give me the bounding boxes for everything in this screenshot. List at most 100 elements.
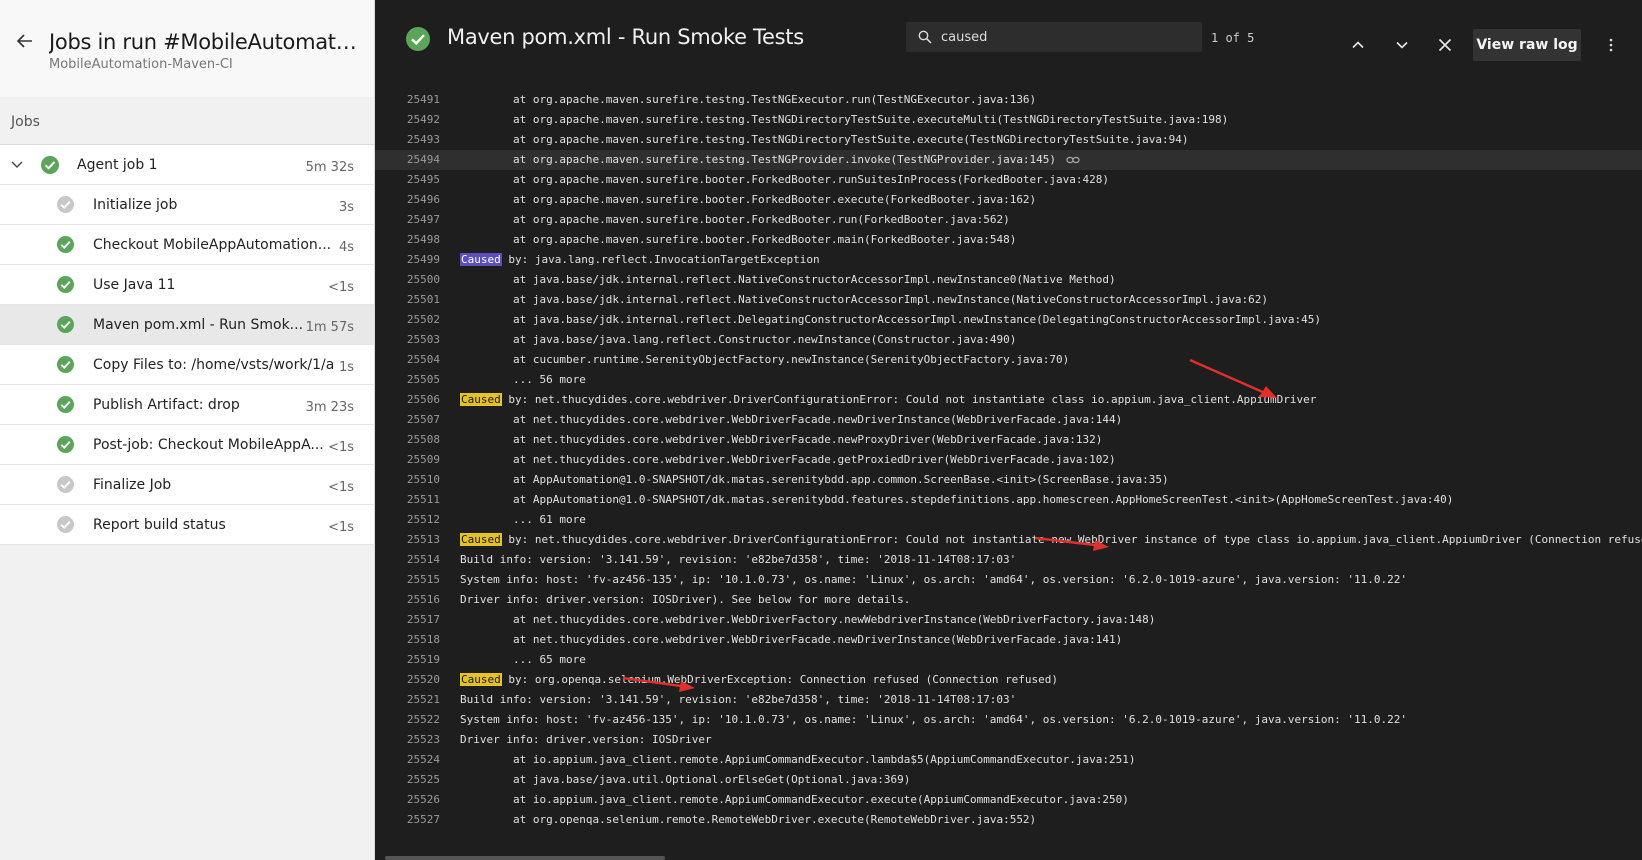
line-number: 25492	[406, 113, 440, 126]
log-text: at net.thucydides.core.webdriver.WebDriv…	[513, 430, 1102, 450]
log-text: at org.apache.maven.surefire.booter.Fork…	[513, 230, 1016, 250]
line-number: 25498	[406, 233, 440, 246]
jobs-panel: Jobs in run #MobileAutomatio... MobileAu…	[0, 0, 375, 860]
agent-job-row[interactable]: Agent job 1 5m 32s	[0, 145, 374, 185]
log-search-input[interactable]	[941, 27, 1191, 47]
job-step-row[interactable]: Finalize Job <1s	[0, 465, 374, 505]
log-message: at io.appium.java_client.remote.AppiumCo…	[513, 793, 1129, 806]
search-match-highlight: Caused	[460, 673, 502, 686]
close-icon[interactable]	[1436, 36, 1454, 54]
view-raw-log-button[interactable]: View raw log	[1473, 29, 1581, 61]
horizontal-scrollbar[interactable]	[385, 856, 665, 860]
line-number: 25504	[406, 353, 440, 366]
success-status-icon	[57, 236, 74, 253]
log-message: System info: host: 'fv-az456-135', ip: '…	[460, 573, 1408, 586]
job-step-row[interactable]: Post-job: Checkout MobileAppA... <1s	[0, 425, 374, 465]
success-status-icon	[41, 156, 59, 174]
line-number: 25527	[406, 813, 440, 826]
chevron-down-icon[interactable]	[10, 158, 24, 172]
log-text: at cucumber.runtime.SerenityObjectFactor…	[513, 350, 1069, 370]
log-line: 25499 Caused by: java.lang.reflect.Invoca…	[375, 250, 1642, 270]
more-options-icon[interactable]	[1603, 37, 1619, 53]
log-text: at io.appium.java_client.remote.AppiumCo…	[513, 790, 1129, 810]
line-number: 25515	[406, 573, 440, 586]
log-line: 25518 at net.thucydides.core.webdriver.We…	[375, 630, 1642, 650]
log-text: at org.apache.maven.surefire.testng.Test…	[513, 150, 1080, 170]
success-status-icon	[406, 27, 430, 51]
job-step-row[interactable]: Publish Artifact: drop 3m 23s	[0, 385, 374, 425]
line-number: 25523	[406, 733, 440, 746]
job-step-row[interactable]: Use Java 11 <1s	[0, 265, 374, 305]
log-message: at net.thucydides.core.webdriver.WebDriv…	[513, 453, 1116, 466]
log-text: at net.thucydides.core.webdriver.WebDriv…	[513, 610, 1155, 630]
log-message: ... 65 more	[513, 653, 586, 666]
log-line: 25507 at net.thucydides.core.webdriver.We…	[375, 410, 1642, 430]
job-step-name: Checkout MobileAppAutomation...	[93, 237, 332, 253]
line-number: 25511	[406, 493, 440, 506]
log-line: 25511 at AppAutomation@1.0-SNAPSHOT/dk.ma…	[375, 490, 1642, 510]
log-line: 25493 at org.apache.maven.surefire.testng…	[375, 130, 1642, 150]
log-message: Driver info: driver.version: IOSDriver).…	[460, 593, 911, 606]
job-step-name: Maven pom.xml - Run Smok...	[93, 317, 304, 333]
log-message: at org.apache.maven.surefire.booter.Fork…	[513, 233, 1017, 246]
run-title: Jobs in run #MobileAutomatio...	[49, 30, 359, 54]
log-text: System info: host: 'fv-az456-135', ip: '…	[460, 570, 1407, 590]
log-line: 25497 at org.apache.maven.surefire.booter…	[375, 210, 1642, 230]
step-list: Initialize job 3s Checkout MobileAppAutoma…	[0, 185, 374, 545]
line-number: 25522	[406, 713, 440, 726]
line-number: 25505	[406, 373, 440, 386]
chevron-down-icon[interactable]	[1393, 36, 1411, 54]
log-text: Build info: version: '3.141.59', revisio…	[460, 550, 1016, 570]
log-line: 25496 at org.apache.maven.surefire.booter…	[375, 190, 1642, 210]
line-number: 25513	[406, 533, 440, 546]
job-step-row[interactable]: Report build status <1s	[0, 505, 374, 545]
line-number: 25493	[406, 133, 440, 146]
log-line: 25526 at io.appium.java_client.remote.App…	[375, 790, 1642, 810]
job-step-row[interactable]: Maven pom.xml - Run Smok... 1m 57s	[0, 305, 374, 345]
log-line: 25514 Build info: version: '3.141.59', re…	[375, 550, 1642, 570]
log-text: at net.thucydides.core.webdriver.WebDriv…	[513, 410, 1122, 430]
back-arrow-icon[interactable]	[14, 30, 36, 52]
job-step-duration: <1s	[328, 520, 354, 535]
log-line: 25494 at org.apache.maven.surefire.testng…	[375, 150, 1642, 170]
line-number: 25494	[406, 153, 440, 166]
log-text: Caused by: java.lang.reflect.InvocationT…	[460, 250, 820, 270]
link-icon[interactable]	[1066, 155, 1080, 165]
jobs-section-label: Jobs	[0, 97, 374, 145]
log-text: at net.thucydides.core.webdriver.WebDriv…	[513, 450, 1116, 470]
log-message: at java.base/jdk.internal.reflect.Delega…	[513, 313, 1321, 326]
line-number: 25491	[406, 93, 440, 106]
line-number: 25512	[406, 513, 440, 526]
log-text: at org.openqa.selenium.remote.RemoteWebD…	[513, 810, 1036, 830]
job-step-duration: 1m 57s	[305, 320, 354, 335]
log-message: at org.apache.maven.surefire.booter.Fork…	[513, 213, 1010, 226]
log-line: 25520 Caused by: org.openqa.selenium.WebD…	[375, 670, 1642, 690]
job-step-name: Use Java 11	[93, 277, 176, 293]
job-list: Agent job 1 5m 32s Initialize job 3s Check…	[0, 145, 374, 545]
log-line: 25502 at java.base/jdk.internal.reflect.D…	[375, 310, 1642, 330]
log-text: at java.base/java.lang.reflect.Construct…	[513, 330, 1016, 350]
job-step-row[interactable]: Initialize job 3s	[0, 185, 374, 225]
job-step-row[interactable]: Copy Files to: /home/vsts/work/1/a 1s	[0, 345, 374, 385]
line-number: 25502	[406, 313, 440, 326]
line-number: 25518	[406, 633, 440, 646]
search-icon	[918, 30, 932, 44]
log-line: 25508 at net.thucydides.core.webdriver.We…	[375, 430, 1642, 450]
log-search-box	[906, 22, 1202, 52]
line-number: 25500	[406, 273, 440, 286]
log-message: at org.apache.maven.surefire.booter.Fork…	[513, 173, 1110, 186]
job-step-row[interactable]: Checkout MobileAppAutomation... 4s	[0, 225, 374, 265]
log-line: 25506 Caused by: net.thucydides.core.webd…	[375, 390, 1642, 410]
log-text: Driver info: driver.version: IOSDriver).…	[460, 590, 910, 610]
log-line: 25503 at java.base/java.lang.reflect.Cons…	[375, 330, 1642, 350]
log-message: at AppAutomation@1.0-SNAPSHOT/dk.matas.s…	[513, 473, 1169, 486]
log-output[interactable]: 25491 at org.apache.maven.surefire.testng…	[375, 90, 1642, 852]
log-toolbar: Maven pom.xml - Run Smoke Tests 1 of 5 V…	[375, 0, 1642, 78]
line-number: 25516	[406, 593, 440, 606]
line-number: 25525	[406, 773, 440, 786]
chevron-up-icon[interactable]	[1349, 36, 1367, 54]
log-text: at java.base/jdk.internal.reflect.Delega…	[513, 310, 1321, 330]
log-message: at net.thucydides.core.webdriver.WebDriv…	[513, 433, 1103, 446]
log-line: 25527 at org.openqa.selenium.remote.Remot…	[375, 810, 1642, 830]
job-step-name: Initialize job	[93, 197, 178, 213]
